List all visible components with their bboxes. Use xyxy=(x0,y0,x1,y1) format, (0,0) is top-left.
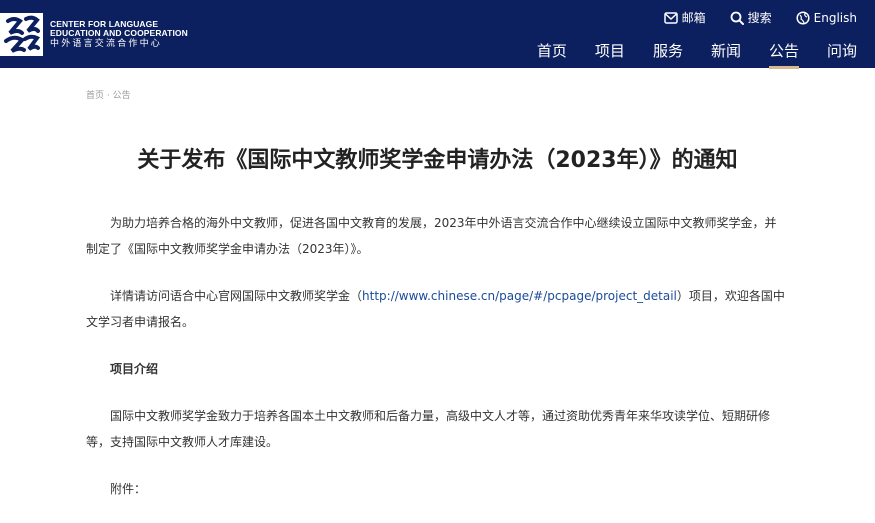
logo-icon[interactable] xyxy=(0,13,43,56)
nav-item-home[interactable]: 首页 xyxy=(537,40,567,69)
article-body: 为助力培养合格的海外中文教师，促进各国中文教育的发展，2023年中外语言交流合作… xyxy=(86,210,786,523)
nav-item-projects[interactable]: 项目 xyxy=(595,40,625,69)
breadcrumb: 首页 · 公告 xyxy=(86,88,131,101)
breadcrumb-home[interactable]: 首页 xyxy=(86,91,104,101)
globe-icon xyxy=(796,10,810,25)
main-nav: 首页 项目 服务 新闻 公告 问询 xyxy=(537,40,857,69)
nav-item-services[interactable]: 服务 xyxy=(653,40,683,69)
nav-item-inquiry[interactable]: 问询 xyxy=(827,40,857,69)
page-title: 关于发布《国际中文教师奖学金申请办法（2023年）》的通知 xyxy=(137,148,738,173)
search-label: 搜索 xyxy=(747,11,772,25)
project-detail-link[interactable]: http://www.chinese.cn/page/#/pcpage/proj… xyxy=(362,289,677,303)
mail-link[interactable]: 邮箱 xyxy=(663,9,706,26)
site-header: CENTER FOR LANGUAGE EDUCATION AND COOPER… xyxy=(0,0,875,69)
nav-item-announcements[interactable]: 公告 xyxy=(768,40,799,69)
english-label: English xyxy=(813,10,857,25)
search-icon xyxy=(730,11,744,25)
search-link[interactable]: 搜索 xyxy=(730,9,772,26)
mail-label: 邮箱 xyxy=(681,11,706,25)
article-paragraph-intro: 为助力培养合格的海外中文教师，促进各国中文教育的发展，2023年中外语言交流合作… xyxy=(86,216,777,256)
details-text-before: 详情请访问语合中心官网国际中文教师奖学金（ xyxy=(110,289,363,303)
logo-text[interactable]: CENTER FOR LANGUAGE EDUCATION AND COOPER… xyxy=(50,20,188,49)
section-heading: 项目介绍 xyxy=(110,362,159,376)
english-link[interactable]: English xyxy=(796,9,857,26)
breadcrumb-current[interactable]: 公告 xyxy=(113,91,131,101)
utility-bar: 邮箱 搜索 English xyxy=(663,9,857,26)
breadcrumb-separator: · xyxy=(106,91,110,101)
logo-en-line2: EDUCATION AND COOPERATION xyxy=(50,28,188,38)
logo-zh: 中外语言交流合作中心 xyxy=(50,39,163,49)
article-paragraph-project: 国际中文教师奖学金致力于培养各国本土中文教师和后备力量，高级中文人才等，通过资助… xyxy=(86,409,771,449)
article-paragraph-details: 详情请访问语合中心官网国际中文教师奖学金（http://www.chinese.… xyxy=(86,283,786,335)
nav-item-news[interactable]: 新闻 xyxy=(711,40,741,69)
attachment-label: 附件： xyxy=(110,482,147,496)
mail-icon xyxy=(663,11,678,24)
